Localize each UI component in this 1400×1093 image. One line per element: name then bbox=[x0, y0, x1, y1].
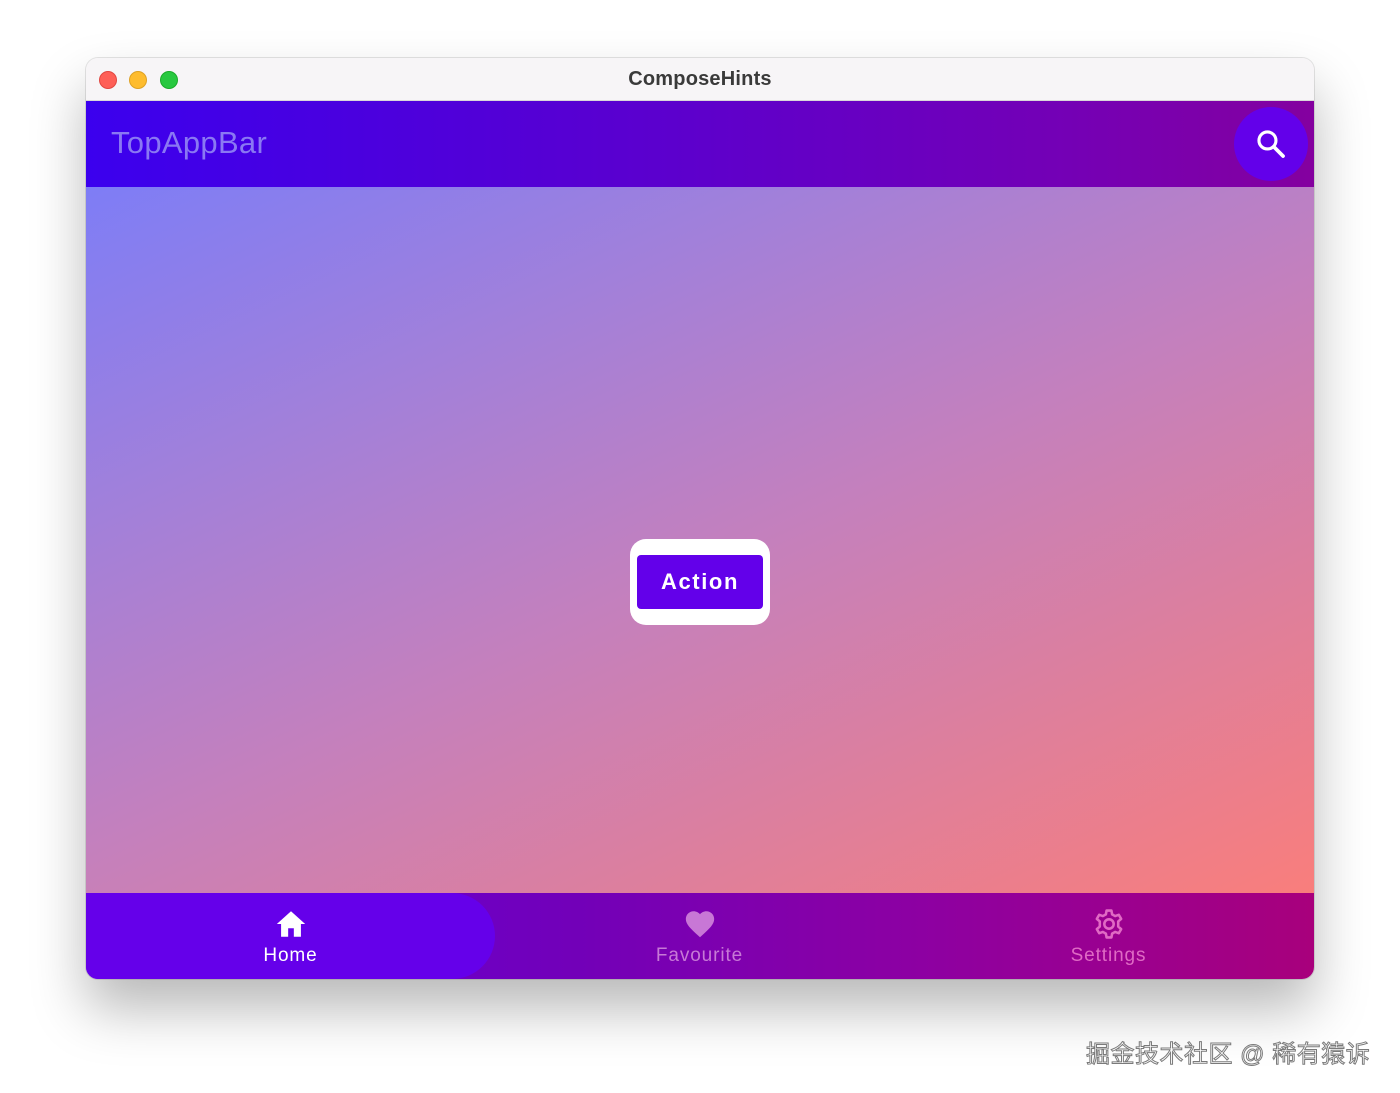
nav-item-favourite[interactable]: Favourite bbox=[495, 893, 904, 979]
nav-item-home[interactable]: Home bbox=[86, 893, 495, 979]
home-icon bbox=[276, 911, 305, 937]
app-window: ComposeHints TopAppBar Action Home Favou… bbox=[86, 58, 1314, 979]
watermark-text: 掘金技术社区 @ 稀有猿诉 bbox=[1085, 1041, 1371, 1069]
search-button[interactable] bbox=[1234, 107, 1308, 181]
nav-item-favourite-label: Favourite bbox=[655, 945, 744, 966]
gear-icon bbox=[1095, 909, 1122, 939]
window-titlebar[interactable]: ComposeHints bbox=[86, 58, 1314, 101]
bottom-navigation-bar: Home Favourite Settings bbox=[86, 893, 1314, 979]
window-title: ComposeHints bbox=[628, 68, 772, 90]
action-button-outline: Action bbox=[630, 539, 770, 625]
screenshot-stage: ComposeHints TopAppBar Action Home Favou… bbox=[0, 0, 1400, 1093]
top-app-bar: TopAppBar bbox=[86, 101, 1314, 187]
nav-item-settings-label: Settings bbox=[1070, 945, 1147, 966]
nav-item-home-label: Home bbox=[263, 945, 318, 966]
action-button[interactable]: Action bbox=[637, 555, 763, 609]
heart-icon bbox=[685, 911, 714, 938]
nav-item-settings[interactable]: Settings bbox=[904, 893, 1313, 979]
main-content: Action bbox=[86, 187, 1314, 893]
top-app-bar-title: TopAppBar bbox=[111, 125, 268, 160]
search-icon bbox=[1257, 130, 1285, 158]
